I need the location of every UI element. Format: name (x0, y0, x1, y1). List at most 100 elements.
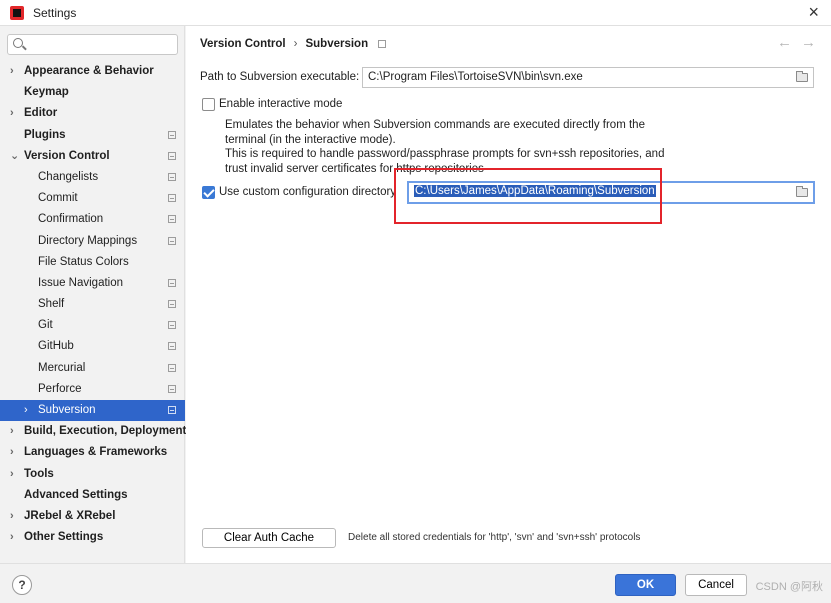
sidebar-item-label: Build, Execution, Deployment (24, 425, 187, 438)
settings-sidebar: › Appearance & Behavior Keymap › Editor Plugi… (0, 26, 187, 563)
sidebar-item-label: Appearance & Behavior (24, 65, 154, 77)
sidebar-item-advanced-settings[interactable]: Advanced Settings (0, 485, 185, 506)
browse-folder-icon[interactable] (796, 186, 808, 197)
project-level-icon (168, 130, 176, 139)
chevron-icon[interactable]: › (10, 442, 20, 463)
project-level-icon (168, 384, 176, 393)
chevron-icon[interactable]: › (10, 61, 20, 82)
close-icon[interactable]: × (808, 2, 819, 23)
project-level-icon (168, 172, 176, 181)
project-level-icon (168, 363, 176, 372)
sidebar-item-label: Issue Navigation (38, 276, 124, 289)
back-arrow-icon[interactable]: ← (777, 34, 792, 51)
sidebar-item-build-execution-deployment[interactable]: › Build, Execution, Deployment (0, 421, 187, 442)
sidebar-item-issue-navigation[interactable]: Issue Navigation (0, 273, 185, 294)
sidebar-item-label: Other Settings (24, 531, 104, 544)
breadcrumb-parent[interactable]: Version Control (200, 38, 286, 50)
project-level-icon (168, 194, 176, 203)
sidebar-item-languages-frameworks[interactable]: › Languages & Frameworks (0, 442, 185, 463)
sidebar-item-label: Advanced Settings (24, 488, 128, 501)
settings-search[interactable] (7, 34, 178, 55)
sidebar-item-label: Perforce (38, 382, 82, 395)
clear-auth-description: Delete all stored credentials for 'http'… (348, 532, 641, 543)
svn-path-field[interactable]: C:\Program Files\TortoiseSVN\bin\svn.exe (362, 67, 814, 88)
breadcrumb-current: Subversion (305, 38, 369, 50)
custom-config-label[interactable]: Use custom configuration directory (219, 186, 396, 198)
window-title: Settings (33, 6, 77, 20)
dialog-footer: ? OK Cancel CSDN @阿秋 (0, 563, 831, 603)
sidebar-item-label: Plugins (24, 128, 66, 141)
project-level-icon (168, 278, 176, 287)
sidebar-item-github[interactable]: GitHub (0, 336, 185, 357)
sidebar-item-perforce[interactable]: Perforce (0, 379, 185, 400)
chevron-icon[interactable]: › (10, 506, 20, 527)
project-level-icon (168, 300, 176, 309)
sidebar-item-changelists[interactable]: Changelists (0, 167, 185, 188)
intellij-app-icon (10, 6, 24, 20)
sidebar-item-other-settings[interactable]: › Other Settings (0, 527, 185, 548)
title-bar: Settings × (0, 0, 831, 26)
description-line: terminal (in the interactive mode). (225, 133, 396, 146)
sidebar-item-label: Languages & Frameworks (24, 446, 168, 459)
sidebar-item-label: Version Control (24, 149, 110, 162)
chevron-icon[interactable]: › (10, 421, 20, 442)
sidebar-item-label: Commit (38, 192, 78, 205)
description-line: Emulates the behavior when Subversion co… (225, 119, 645, 131)
sidebar-item-commit[interactable]: Commit (0, 188, 185, 209)
sidebar-item-jrebel-xrebel[interactable]: › JRebel & XRebel (0, 506, 185, 527)
breadcrumb-separator: › (293, 38, 298, 50)
sidebar-item-shelf[interactable]: Shelf (0, 294, 185, 315)
sidebar-item-directory-mappings[interactable]: Directory Mappings (0, 231, 185, 252)
interactive-mode-label[interactable]: Enable interactive mode (219, 98, 342, 110)
browse-folder-icon[interactable] (796, 71, 808, 82)
sidebar-item-label: Changelists (38, 170, 99, 183)
sidebar-item-file-status-colors[interactable]: File Status Colors (0, 252, 185, 273)
sidebar-item-plugins[interactable]: Plugins (0, 125, 185, 146)
project-level-icon (378, 40, 387, 48)
clear-auth-cache-button[interactable]: Clear Auth Cache (202, 528, 336, 548)
sidebar-item-label: Keymap (24, 86, 69, 99)
help-icon[interactable]: ? (12, 575, 32, 595)
project-level-icon (168, 151, 176, 160)
sidebar-item-label: JRebel & XRebel (24, 509, 116, 522)
sidebar-item-label: Git (38, 319, 53, 332)
sidebar-item-appearance-behavior[interactable]: › Appearance & Behavior (0, 61, 185, 82)
chevron-icon[interactable]: › (24, 400, 34, 421)
sidebar-item-mercurial[interactable]: Mercurial (0, 358, 185, 379)
sidebar-item-label: Directory Mappings (38, 234, 138, 247)
main-panel: Version Control › Subversion ← → Path to S… (186, 26, 831, 563)
interactive-mode-checkbox[interactable] (202, 98, 215, 111)
custom-config-checkbox[interactable] (202, 186, 215, 199)
annotation-highlight-box (394, 168, 662, 224)
forward-arrow-icon[interactable]: → (801, 34, 816, 51)
search-input[interactable] (30, 37, 170, 52)
chevron-icon[interactable]: › (10, 103, 20, 124)
sidebar-item-label: Shelf (38, 298, 65, 311)
sidebar-item-version-control[interactable]: ⌄ Version Control (0, 146, 185, 167)
sidebar-item-label: Confirmation (38, 213, 104, 226)
sidebar-item-git[interactable]: Git (0, 315, 185, 336)
sidebar-item-confirmation[interactable]: Confirmation (0, 209, 185, 230)
project-level-icon (168, 321, 176, 330)
breadcrumb: Version Control › Subversion (200, 38, 387, 50)
chevron-icon[interactable]: › (10, 464, 20, 485)
sidebar-item-label: Editor (24, 107, 58, 120)
description-line: This is required to handle password/pass… (225, 148, 665, 160)
sidebar-item-keymap[interactable]: Keymap (0, 82, 185, 103)
cancel-button[interactable]: Cancel (685, 574, 747, 596)
sidebar-item-tools[interactable]: › Tools (0, 464, 185, 485)
ok-button[interactable]: OK (615, 574, 676, 596)
project-level-icon (168, 342, 176, 351)
chevron-icon[interactable]: ⌄ (10, 146, 20, 167)
sidebar-item-subversion[interactable]: › Subversion (0, 400, 185, 422)
chevron-icon[interactable]: › (10, 527, 20, 548)
settings-tree: › Appearance & Behavior Keymap › Editor Plugi… (0, 61, 187, 548)
search-icon (13, 38, 23, 48)
sidebar-item-editor[interactable]: › Editor (0, 103, 185, 124)
project-level-icon (168, 236, 176, 245)
svn-path-value: C:\Program Files\TortoiseSVN\bin\svn.exe (368, 71, 583, 83)
sidebar-item-label: Subversion (38, 404, 96, 416)
project-level-icon (168, 215, 176, 224)
svn-path-label: Path to Subversion executable: (200, 71, 360, 83)
sidebar-item-label: Tools (24, 467, 54, 480)
